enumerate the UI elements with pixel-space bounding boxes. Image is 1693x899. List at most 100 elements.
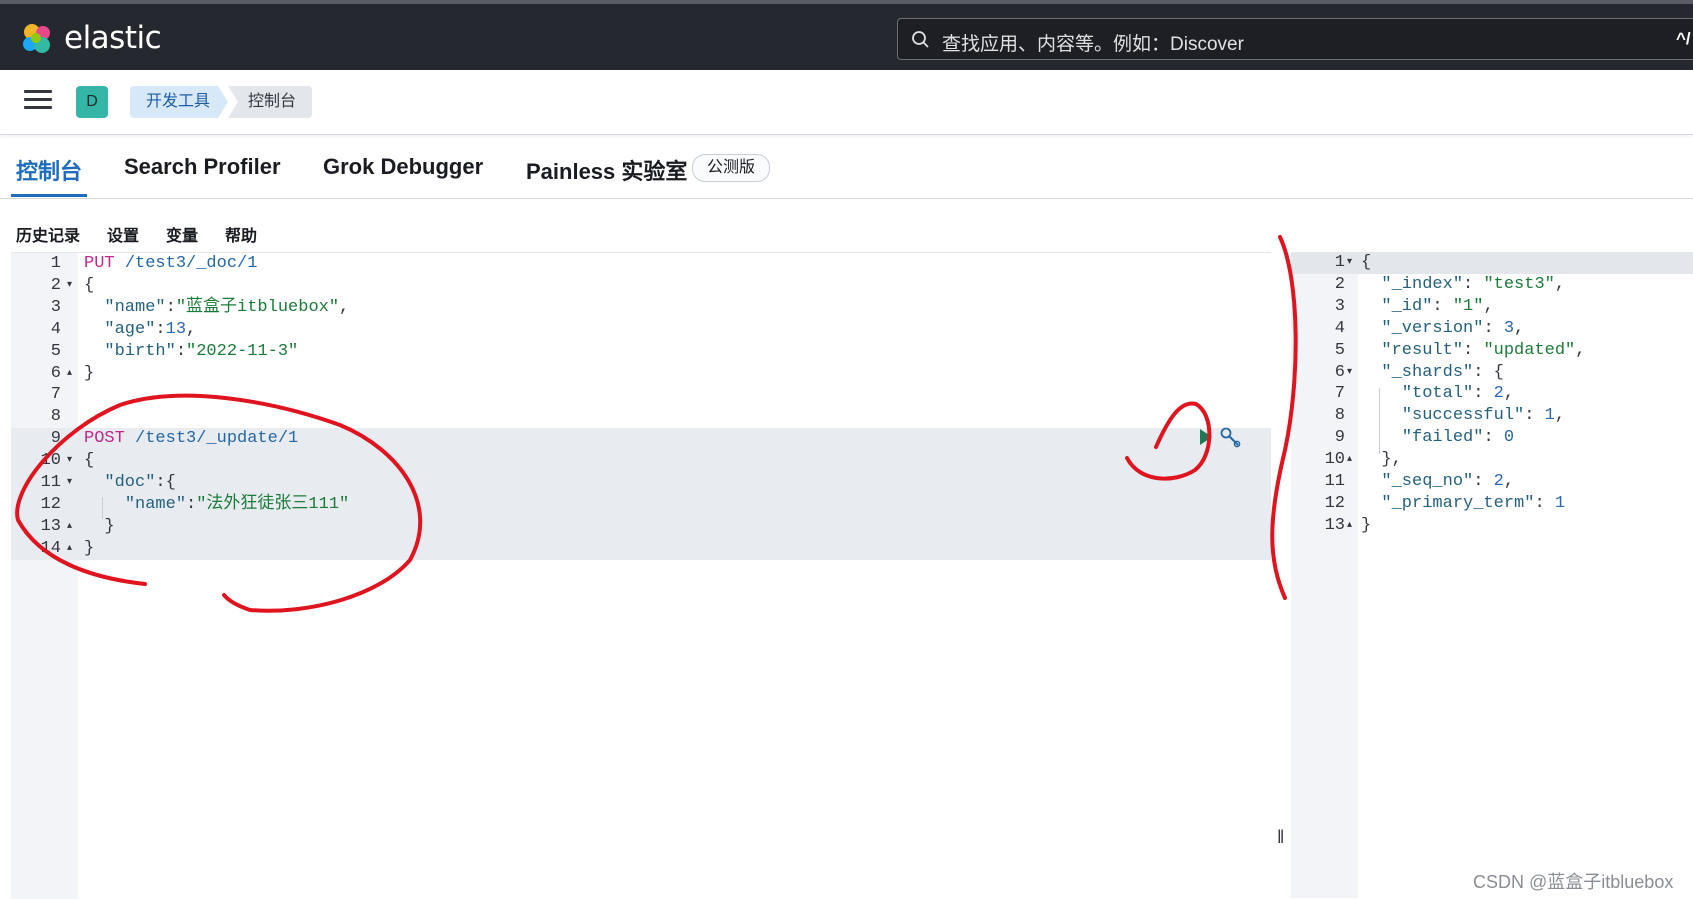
csdn-watermark: CSDN @蓝盒子itbluebox	[1473, 872, 1674, 892]
code-text: "_seq_no": 2,	[1381, 472, 1515, 491]
code-text: "total": 2,	[1401, 384, 1515, 404]
settings-button[interactable]: 设置	[107, 222, 139, 246]
tab-grok-debugger[interactable]: Grok Debugger	[323, 154, 483, 180]
output-line: 11 "_seq_no": 2,	[1291, 471, 1693, 493]
search-icon	[912, 31, 929, 48]
output-line: 6 ▾ "_shards": {	[1291, 362, 1693, 384]
send-request-icon[interactable]	[1199, 428, 1213, 446]
brand-name[interactable]: elastic	[64, 20, 162, 56]
fold-end-icon[interactable]: ▴	[67, 538, 72, 560]
code-text: "result": "updated",	[1381, 340, 1586, 360]
line-number: 5	[1334, 340, 1345, 360]
code-text: POST /test3/_update/1	[84, 429, 299, 449]
output-line: 12 "_primary_term": 1	[1291, 493, 1693, 515]
output-line: 5 "result": "updated",	[1291, 340, 1693, 362]
editor-line[interactable]: 8	[11, 406, 1271, 428]
line-number: 11	[40, 473, 61, 492]
global-search-input[interactable]: 查找应用、内容等。例如：Discover ^/	[897, 18, 1693, 60]
editor-line[interactable]: 6 ▴}	[11, 363, 1271, 385]
breadcrumb-dev-tools[interactable]: 开发工具	[130, 86, 228, 118]
editor-line[interactable]: 3 "name":"蓝盒子itbluebox",	[11, 297, 1271, 319]
response-output: 1 ▾{2 "_index": "test3", 3 "_id": "1", 4 "_…	[1291, 252, 1693, 898]
code-text: "birth":"2022-11-3"	[104, 341, 299, 361]
fold-collapse-icon[interactable]: ▾	[67, 472, 72, 494]
fold-collapse-icon[interactable]: ▾	[1347, 252, 1352, 274]
line-number: 1	[1334, 253, 1345, 272]
output-line: 10 ▴ },	[1291, 449, 1693, 471]
editor-line[interactable]: 12 "name":"法外狂徒张三111"	[11, 494, 1271, 516]
wrench-icon[interactable]	[1219, 426, 1241, 448]
editor-line[interactable]: 2 ▾ {	[11, 275, 1271, 297]
breadcrumb-console: 控制台	[228, 86, 313, 118]
fold-end-icon[interactable]: ▴	[67, 363, 72, 385]
fold-collapse-icon[interactable]: ▾	[1347, 362, 1352, 384]
code-text: "_primary_term": 1	[1381, 493, 1566, 513]
tab-painless-lab[interactable]: Painless 实验室	[526, 154, 687, 186]
help-button[interactable]: 帮助	[225, 222, 257, 246]
code-text: "age":13,	[104, 319, 197, 339]
editor-line[interactable]: 1 PUT /test3/_doc/1	[11, 253, 1271, 275]
tab-search-profiler[interactable]: Search Profiler	[124, 154, 281, 180]
code-text: "_index": "test3",	[1381, 274, 1566, 294]
beta-badge: 公测版	[692, 154, 771, 182]
line-number: 3	[50, 297, 61, 317]
output-line: 3 "_id": "1",	[1291, 296, 1693, 318]
editor-line[interactable]: 9 POST /test3/_update/1	[11, 428, 1271, 450]
line-number: 12	[40, 494, 61, 514]
panel-splitter[interactable]	[1271, 252, 1291, 898]
hamburger-menu-icon[interactable]	[24, 90, 52, 112]
tab-console[interactable]: 控制台	[16, 154, 82, 186]
code-text: "_version": 3,	[1381, 318, 1525, 338]
output-line: 1 ▾ {	[1291, 252, 1693, 274]
fold-end-icon[interactable]: ▴	[1347, 449, 1352, 471]
output-line: 8 "successful": 1,	[1291, 405, 1693, 427]
editor-line[interactable]: 10 ▾ {	[11, 450, 1271, 472]
editor-line[interactable]: 4 "age":13,	[11, 319, 1271, 341]
editor-line[interactable]: 5 "birth":"2022-11-3"	[11, 341, 1271, 363]
output-line: 9 "failed": 0	[1291, 427, 1693, 449]
line-number: 14	[40, 538, 61, 558]
line-number: 11	[1324, 472, 1345, 491]
request-editor[interactable]: 1 PUT /test3/_doc/1 2 ▾ {3 "name":"蓝盒子itblue…	[11, 252, 1271, 899]
space-avatar[interactable]: D	[76, 86, 108, 118]
fold-collapse-icon[interactable]: ▾	[67, 275, 72, 297]
editor-line[interactable]: 7	[11, 384, 1271, 406]
resize-handle-icon[interactable]: ‖	[1277, 827, 1284, 848]
variables-button[interactable]: 变量	[166, 222, 198, 246]
code-text: {	[1361, 253, 1372, 272]
line-number: 13	[1324, 515, 1345, 535]
line-number: 9	[50, 429, 61, 449]
line-number: 8	[50, 407, 61, 427]
line-number: 5	[50, 341, 61, 361]
code-text: }	[84, 363, 95, 383]
fold-end-icon[interactable]: ▴	[1347, 515, 1352, 537]
code-text: "doc":{	[104, 473, 176, 492]
line-number: 9	[1334, 428, 1345, 448]
line-number: 2	[50, 275, 61, 295]
elastic-logo-icon[interactable]	[20, 22, 54, 56]
code-text: {	[84, 451, 95, 471]
fold-end-icon[interactable]: ▴	[67, 516, 72, 538]
code-text: PUT /test3/_doc/1	[84, 254, 258, 273]
editor-line[interactable]: 13 ▴ }	[11, 516, 1271, 538]
line-number: 8	[1334, 406, 1345, 426]
fold-collapse-icon[interactable]: ▾	[67, 450, 72, 472]
output-line: 7 "total": 2,	[1291, 383, 1693, 405]
output-line: 13 ▴}	[1291, 515, 1693, 537]
line-number: 13	[40, 516, 61, 536]
line-number: 3	[1334, 296, 1345, 316]
code-text: "name":"蓝盒子itbluebox",	[104, 297, 350, 317]
code-text: "name":"法外狂徒张三111"	[124, 494, 350, 514]
code-text: }	[84, 538, 95, 558]
dev-tools-tabs: 控制台 Search Profiler Grok Debugger Painle…	[0, 134, 1693, 199]
breadcrumb-bar: D 开发工具 控制台	[0, 70, 1693, 135]
line-number: 2	[1334, 274, 1345, 294]
editor-line[interactable]: 14 ▴}	[11, 538, 1271, 560]
history-button[interactable]: 历史记录	[16, 222, 80, 246]
line-number: 1	[50, 254, 61, 273]
active-tab-indicator	[11, 194, 87, 197]
editor-line[interactable]: 11 ▾ "doc":{	[11, 472, 1271, 494]
line-number: 6	[50, 363, 61, 383]
line-number: 4	[1334, 318, 1345, 338]
code-text: }	[84, 516, 115, 536]
